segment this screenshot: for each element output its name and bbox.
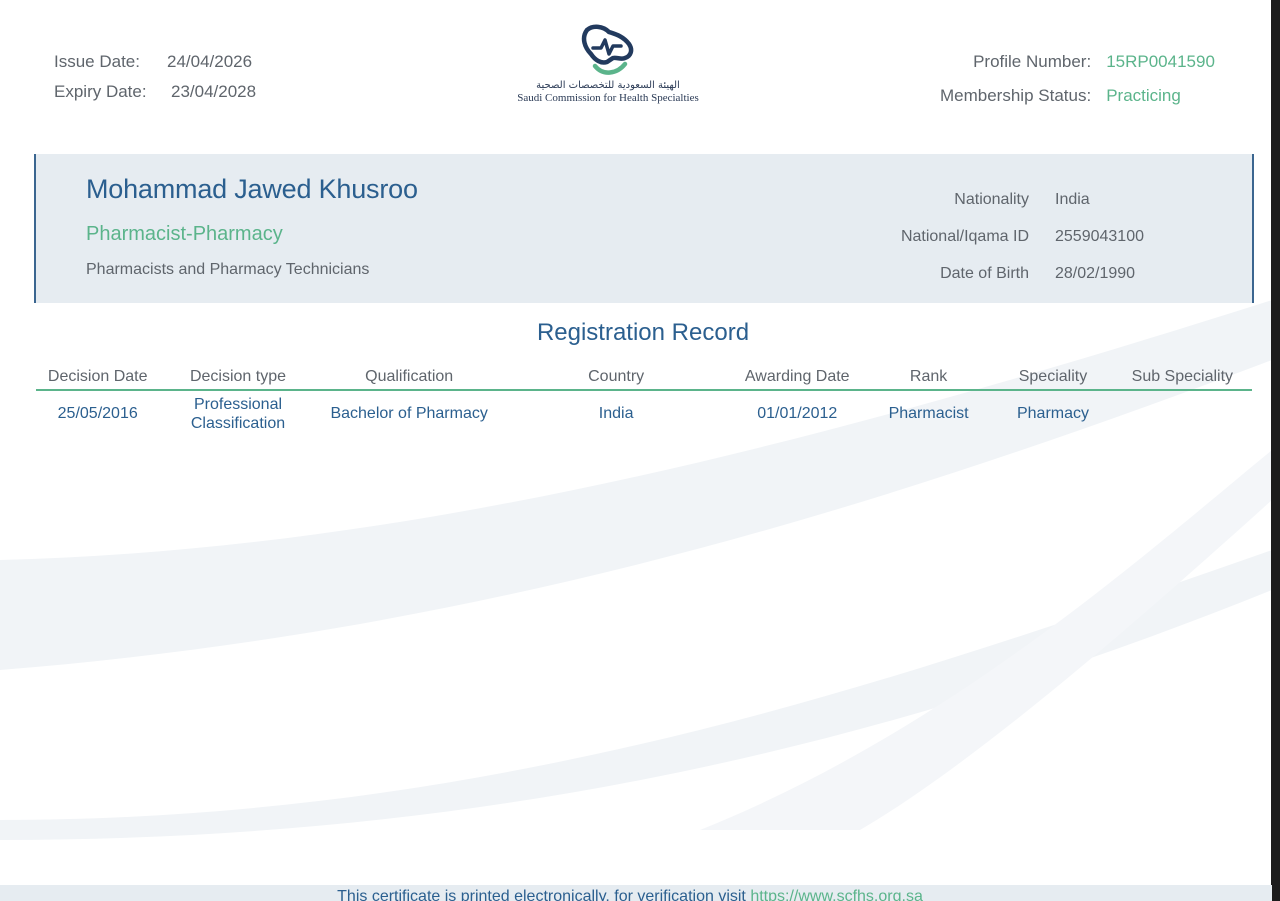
decision-type-line: Classification	[190, 415, 286, 432]
holder-name: Mohammad Jawed Khusroo	[86, 174, 418, 204]
page-edge	[1271, 0, 1280, 901]
issue-date-row: Issue Date: 24/04/2026	[54, 47, 256, 77]
logo-arabic-text: الهيئة السعودية للتخصصات الصحية	[536, 80, 680, 91]
expiry-date-row: Expiry Date: 23/04/2028	[54, 77, 256, 107]
nationality-value: India	[1055, 190, 1090, 208]
nationality-label: Nationality	[954, 190, 1029, 208]
column-header: Country	[588, 367, 645, 385]
national-id-row: National/Iqama ID 2559043100	[836, 218, 1144, 255]
date-of-birth-value: 28/02/1990	[1055, 264, 1136, 282]
rank-cell: Pharmacist	[888, 405, 969, 422]
profile-number-row: Profile Number: 15RP0041590	[940, 45, 1236, 79]
speciality-cell: Pharmacy	[1016, 405, 1089, 422]
date-of-birth-row: Date of Birth 28/02/1990	[836, 255, 1144, 292]
decision-type-cell: Professional Classification	[159, 395, 316, 433]
profession-title: Pharmacist-Pharmacy	[86, 223, 283, 245]
registration-table: Decision Date Decision type Qualificatio…	[36, 364, 1252, 437]
national-id-value: 2559043100	[1055, 227, 1144, 245]
date-of-birth-label: Date of Birth	[940, 264, 1029, 282]
awarding-date-cell: 01/01/2012	[757, 405, 838, 422]
profile-number-value: 15RP0041590	[1106, 52, 1215, 71]
profile-card: Mohammad Jawed Khusroo Pharmacist-Pharma…	[34, 154, 1254, 303]
membership-status-label: Membership Status:	[940, 86, 1092, 105]
scfhs-logo-icon	[581, 24, 634, 75]
scfhs-logo: الهيئة السعودية للتخصصات الصحية Saudi Co…	[508, 24, 708, 110]
verification-link[interactable]: https://www.scfhs.org.sa	[750, 888, 923, 901]
logo-english-text: Saudi Commission for Health Specialties	[517, 92, 699, 104]
column-header: Qualification	[365, 367, 454, 385]
membership-status-value: Practicing	[1106, 86, 1181, 105]
column-header: Speciality	[1018, 367, 1088, 385]
personal-info: Nationality India National/Iqama ID 2559…	[836, 181, 1144, 292]
column-header: Awarding Date	[744, 367, 850, 385]
decision-type-line: Professional	[193, 396, 283, 413]
national-id-label: National/Iqama ID	[900, 227, 1029, 245]
nationality-row: Nationality India	[836, 181, 1144, 218]
profile-number-label: Profile Number:	[973, 52, 1092, 71]
column-header: Decision Date	[47, 367, 148, 385]
qualification-cell: Bachelor of Pharmacy	[330, 405, 488, 422]
dates-block: Issue Date: 24/04/2026 Expiry Date: 23/0…	[54, 47, 256, 107]
issue-date-value: 24/04/2026	[167, 52, 253, 71]
issue-date-label: Issue Date:	[54, 52, 140, 71]
membership-block: Profile Number: 15RP0041590 Membership S…	[940, 45, 1236, 113]
profession-category: Pharmacists and Pharmacy Technicians	[86, 261, 370, 278]
column-header: Rank	[909, 367, 948, 385]
decision-date-cell: 25/05/2016	[57, 405, 138, 422]
column-header: Decision type	[189, 367, 287, 385]
registration-record-title: Registration Record	[536, 319, 750, 346]
country-cell: India	[598, 405, 634, 422]
footer-note: This certificate is printed electronical…	[0, 888, 1260, 901]
expiry-date-label: Expiry Date:	[54, 82, 147, 101]
membership-status-row: Membership Status: Practicing	[940, 79, 1236, 113]
table-row: 25/05/2016 Professional Classification B…	[36, 391, 1252, 437]
footer-text: This certificate is printed electronical…	[337, 888, 751, 901]
column-header: Sub Speciality	[1131, 367, 1234, 385]
table-header: Decision Date Decision type Qualificatio…	[36, 364, 1252, 391]
expiry-date-value: 23/04/2028	[171, 82, 257, 101]
